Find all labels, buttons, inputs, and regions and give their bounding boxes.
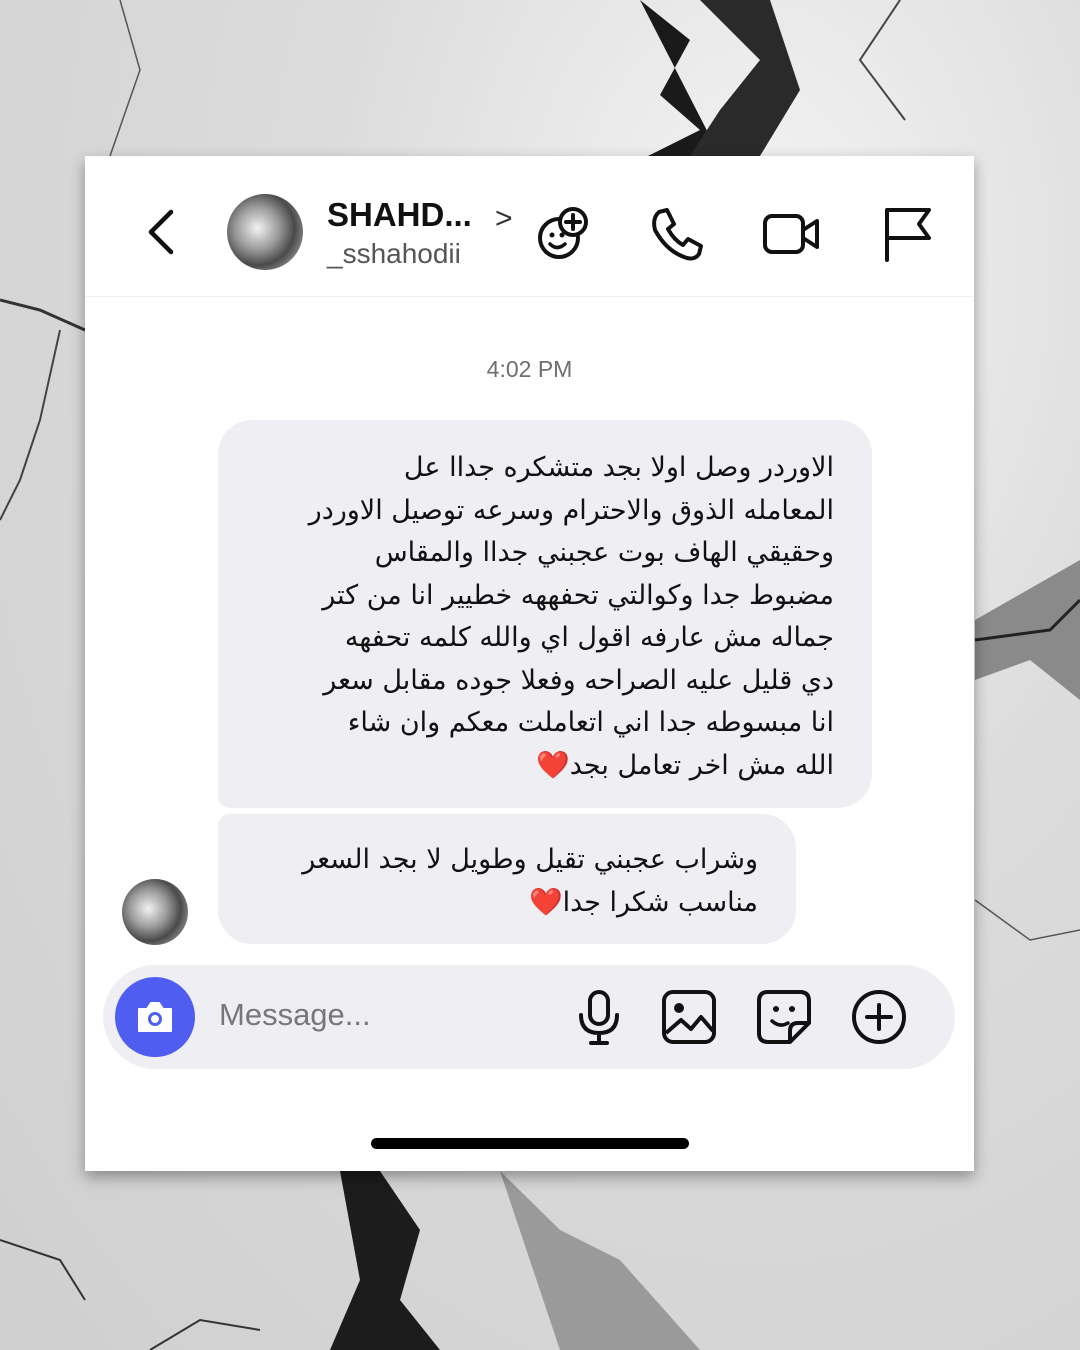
message-line: المعامله الذوق والاحترام وسرعه توصيل الا… [308, 494, 834, 526]
microphone-icon[interactable] [569, 987, 629, 1047]
message-timestamp: 4:02 PM [486, 356, 573, 382]
message-line: وشراب عجبني تقيل وطويل لا بجد السعر [302, 844, 758, 875]
flag-icon[interactable] [875, 204, 935, 264]
message-text: مناسب شكرا جدا [562, 886, 758, 918]
message-line: انا مبسوطه جدا اني اتعاملت معكم وان شاء [347, 707, 834, 738]
sender-avatar[interactable] [122, 879, 188, 945]
message-line: مناسب شكرا جدا❤️ [248, 882, 758, 925]
heart-emoji: ❤️ [528, 886, 563, 918]
avatar[interactable] [227, 194, 303, 270]
message-bubble[interactable]: وشراب عجبني تقيل وطويل لا بجد السعر مناس… [218, 814, 796, 944]
camera-button[interactable] [115, 977, 195, 1057]
camera-icon [138, 1002, 172, 1032]
chevron-right-icon[interactable]: > [495, 202, 513, 236]
message-line: الله مش اخر تعامل بجد❤️ [248, 745, 834, 788]
message-line: وحقيقي الهاف بوت عجبني جداا والمقاس [374, 537, 834, 568]
effects-icon[interactable] [533, 204, 593, 264]
sticker-icon[interactable] [754, 987, 814, 1047]
message-text: الله مش اخر تعامل بجد [569, 749, 834, 781]
contact-name[interactable]: SHAHD... [327, 196, 472, 234]
video-icon[interactable] [761, 204, 821, 264]
message-line: دي قليل عليه الصراحه وفعلا جوده مقابل سع… [323, 664, 834, 696]
message-input[interactable]: Message... [219, 997, 371, 1033]
message-composer: Message... [103, 965, 955, 1069]
back-icon[interactable] [143, 206, 179, 258]
add-icon[interactable] [849, 987, 909, 1047]
dm-window: SHAHD... > _sshahodii 4:02 PM الاوردر وص… [85, 156, 974, 1171]
home-indicator [371, 1138, 689, 1149]
message-line: مضبوط جدا وكوالتي تحفههه خطيير انا من كت… [322, 579, 834, 611]
chat-header: SHAHD... > _sshahodii [85, 156, 974, 297]
message-line: جماله مش عارفه اقول اي والله كلمه تحفهه [344, 622, 834, 653]
contact-handle[interactable]: _sshahodii [327, 238, 461, 270]
message-bubble[interactable]: الاوردر وصل اولا بجد متشكره جداا عل المع… [218, 420, 872, 808]
message-line: الاوردر وصل اولا بجد متشكره جداا عل [403, 452, 834, 483]
gallery-icon[interactable] [659, 987, 719, 1047]
heart-emoji: ❤️ [536, 749, 570, 781]
phone-icon[interactable] [647, 204, 707, 264]
